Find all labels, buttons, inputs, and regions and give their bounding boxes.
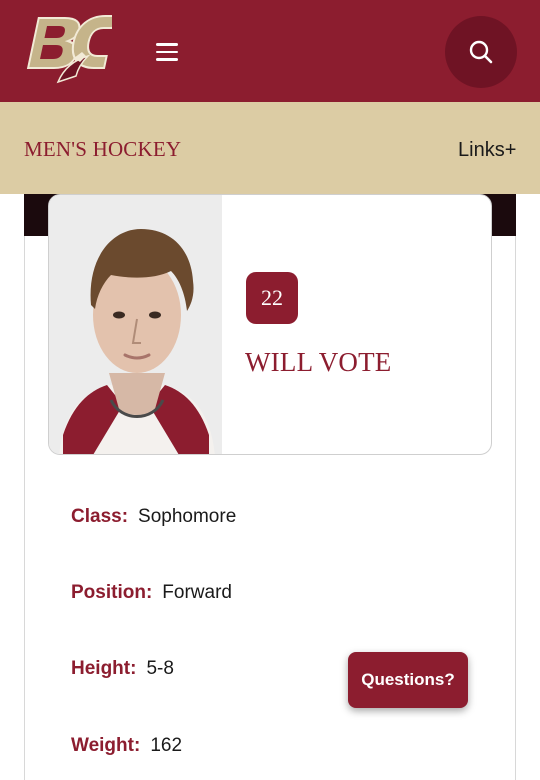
search-button[interactable] xyxy=(445,16,517,88)
detail-row-weight: Weight: 162 xyxy=(71,735,182,757)
sport-title[interactable]: MEN'S HOCKEY xyxy=(24,137,181,162)
detail-label: Weight: xyxy=(71,735,141,756)
detail-row-height: Height: 5-8 xyxy=(71,658,174,680)
detail-value: Forward xyxy=(162,582,232,603)
menu-button[interactable] xyxy=(148,36,188,68)
search-icon xyxy=(469,40,493,64)
detail-label: Class: xyxy=(71,506,129,527)
detail-label: Height: xyxy=(71,658,137,679)
site-header xyxy=(0,0,540,102)
player-name: WILL VOTE xyxy=(245,347,392,377)
detail-row-position: Position: Forward xyxy=(71,582,232,604)
detail-row-class: Class: Sophomore xyxy=(71,506,236,528)
detail-value: 162 xyxy=(150,735,183,756)
hamburger-menu-icon xyxy=(156,43,178,46)
player-card: 22 WILL VOTE xyxy=(48,194,492,455)
links-menu-button[interactable]: Links+ xyxy=(458,139,516,162)
boston-college-logo[interactable] xyxy=(20,12,112,92)
detail-value: Sophomore xyxy=(138,506,237,527)
player-headshot xyxy=(49,195,222,454)
jersey-number-badge: 22 xyxy=(246,272,298,324)
detail-label: Position: xyxy=(71,582,153,603)
questions-button[interactable]: Questions? xyxy=(348,652,468,708)
detail-value: 5-8 xyxy=(146,658,174,679)
